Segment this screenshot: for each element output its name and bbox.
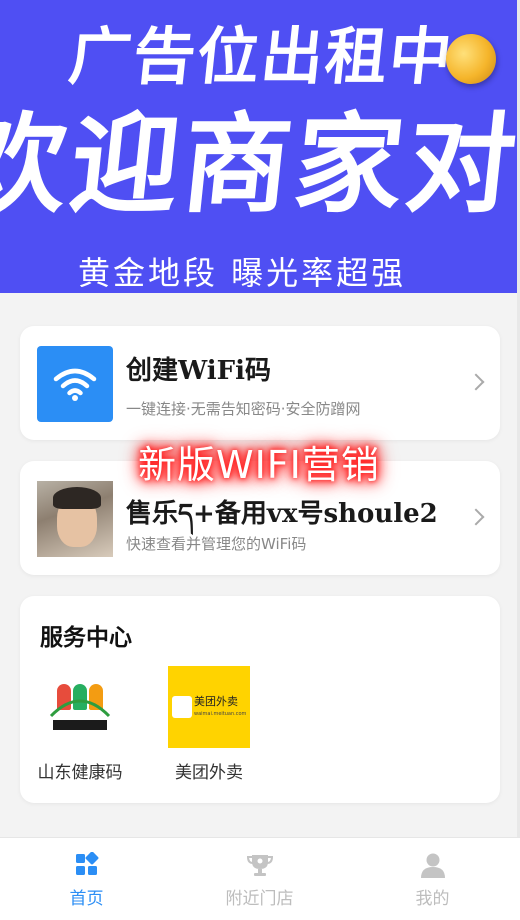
tab-home[interactable]: 首页 (0, 838, 173, 920)
tab-nearby-stores[interactable]: 附近门店 (173, 838, 346, 920)
meituan-waimai-logo: 美团外卖 waimai.meituan.com (168, 666, 250, 748)
service-item-meituan[interactable]: 美团外卖 waimai.meituan.com 美团外卖 (154, 666, 264, 783)
bottom-tab-bar: 首页 附近门店 我的 (0, 837, 520, 920)
wifi-icon (37, 346, 113, 422)
manage-wifi-subtitle: 快速查看并管理您的WiFi码 (126, 535, 307, 553)
trophy-icon (246, 852, 273, 878)
banner-main-text: 欢迎商家对接 (0, 103, 520, 228)
create-wifi-title: 创建WiFi码 (126, 356, 271, 386)
chevron-right-icon (467, 373, 485, 391)
service-item-label: 山东健康码 (37, 763, 123, 783)
banner-tagline: 黄金地段 曝光率超强 (78, 254, 407, 292)
service-center-card: 服务中心 山东健康码 美团外卖 waimai.meituan.com 美团外卖 (20, 596, 500, 803)
service-item-label: 美团外卖 (175, 763, 243, 783)
promo-overlay-text: 新版WIFI营销 (138, 443, 380, 487)
create-wifi-card[interactable]: 创建WiFi码 一键连接·无需告知密码·安全防蹭网 (20, 326, 500, 440)
service-center-title: 服务中心 (40, 625, 132, 651)
user-icon (420, 852, 446, 878)
create-wifi-subtitle: 一键连接·无需告知密码·安全防蹭网 (126, 400, 361, 418)
home-grid-icon (74, 851, 100, 878)
chevron-right-icon (467, 508, 485, 526)
tab-label: 首页 (69, 889, 104, 909)
service-item-shandong-health[interactable]: 山东健康码 (25, 666, 135, 783)
avatar (37, 481, 113, 557)
shandong-health-code-logo (39, 666, 121, 748)
tab-mine[interactable]: 我的 (346, 838, 519, 920)
tab-label: 我的 (415, 889, 450, 909)
ad-banner[interactable]: 广告位出租中 欢迎商家对接 黄金地段 曝光率超强 (0, 0, 520, 293)
tab-label: 附近门店 (225, 889, 294, 909)
